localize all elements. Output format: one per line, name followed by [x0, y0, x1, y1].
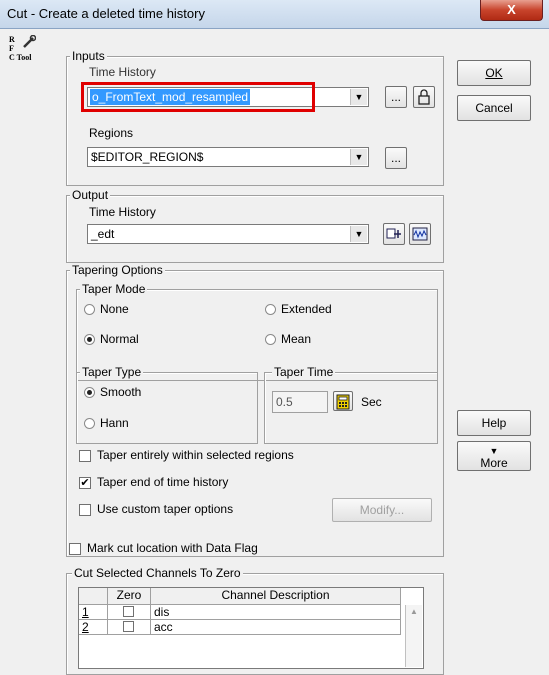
cancel-label: Cancel [475, 101, 513, 115]
wrench-icon [23, 35, 36, 48]
rfc-logo-text: C Tool [9, 53, 32, 62]
output-time-history-value: _edt [91, 227, 115, 241]
taper-mode-legend: Taper Mode [80, 282, 148, 296]
output-options-button[interactable] [383, 223, 405, 245]
mark-cut-label[interactable]: Mark cut location with Data Flag [87, 541, 258, 555]
modify-button[interactable]: Modify... [332, 498, 432, 522]
channel-description: dis [151, 605, 401, 620]
regions-value: $EDITOR_REGION$ [91, 150, 204, 164]
custom-taper-checkbox[interactable] [79, 504, 91, 516]
ok-label: OK [485, 66, 503, 80]
taper-within-regions-label[interactable]: Taper entirely within selected regions [97, 448, 294, 462]
waveform-icon [412, 227, 428, 241]
output-time-history-select[interactable]: _edt ▼ [87, 224, 369, 244]
browse-regions-button[interactable]: ... [385, 147, 407, 169]
mode-normal-radio[interactable] [84, 334, 95, 345]
output-view-button[interactable] [409, 223, 431, 245]
taper-type-legend: Taper Type [80, 365, 144, 379]
output-time-history-label: Time History [89, 205, 156, 219]
mode-none-label[interactable]: None [100, 302, 129, 316]
zero-checkbox[interactable] [123, 621, 134, 632]
taper-time-value: 0.5 [276, 395, 293, 409]
taper-time-calc-button[interactable] [333, 391, 353, 411]
table-corner [79, 588, 108, 605]
chevron-down-icon[interactable]: ▼ [350, 226, 367, 242]
new-channel-icon [386, 228, 401, 239]
help-label: Help [481, 416, 507, 430]
chevron-down-icon[interactable]: ▼ [350, 149, 367, 165]
chevron-down-icon[interactable]: ▼ [350, 89, 367, 105]
lock-button[interactable] [413, 86, 435, 108]
mode-normal-label[interactable]: Normal [100, 332, 139, 346]
taper-type-group [76, 372, 258, 444]
taper-end-checkbox[interactable]: ✔ [79, 477, 91, 489]
lock-icon [418, 89, 430, 105]
mode-mean-radio[interactable] [265, 334, 276, 345]
taper-time-unit: Sec [361, 395, 382, 409]
rfc-tool-logo: R F C Tool [9, 35, 39, 75]
type-smooth-radio[interactable] [84, 387, 95, 398]
type-hann-radio[interactable] [84, 418, 95, 429]
taper-end-label[interactable]: Taper end of time history [97, 475, 228, 489]
cancel-button[interactable]: Cancel [457, 95, 531, 121]
help-button[interactable]: Help [457, 410, 531, 436]
mode-extended-label[interactable]: Extended [281, 302, 332, 316]
column-header-description[interactable]: Channel Description [151, 588, 401, 605]
table-row [108, 620, 151, 635]
row-number[interactable]: 2 [79, 620, 108, 635]
scroll-up-icon[interactable]: ▲ [410, 607, 418, 616]
taper-within-regions-checkbox[interactable] [79, 450, 91, 462]
window-title: Cut - Create a deleted time history [7, 6, 205, 21]
mark-cut-checkbox[interactable] [69, 543, 81, 555]
channel-description: acc [151, 620, 401, 635]
type-hann-label[interactable]: Hann [100, 416, 129, 430]
taper-time-legend: Taper Time [272, 365, 336, 379]
zero-checkbox[interactable] [123, 606, 134, 617]
channels-table: Zero Channel Description 1 dis 2 acc ▲ [78, 587, 424, 669]
type-smooth-label[interactable]: Smooth [100, 385, 141, 399]
table-scrollbar[interactable]: ▲ [405, 605, 422, 667]
table-row [108, 605, 151, 620]
regions-label: Regions [89, 126, 134, 140]
cut-channels-legend: Cut Selected Channels To Zero [72, 566, 243, 580]
mode-none-radio[interactable] [84, 304, 95, 315]
row-number[interactable]: 1 [79, 605, 108, 620]
more-label: More [480, 456, 508, 470]
browse-time-history-button[interactable]: ... [385, 86, 407, 108]
regions-select[interactable]: $EDITOR_REGION$ ▼ [87, 147, 369, 167]
time-history-label: Time History [89, 65, 156, 79]
close-button[interactable]: X [480, 0, 543, 21]
title-bar: Cut - Create a deleted time history X [0, 0, 549, 29]
mode-mean-label[interactable]: Mean [281, 332, 311, 346]
output-legend: Output [70, 188, 111, 202]
mode-extended-radio[interactable] [265, 304, 276, 315]
ok-button[interactable]: OK [457, 60, 531, 86]
inputs-legend: Inputs [70, 49, 107, 63]
highlight-box [81, 82, 315, 112]
tapering-options-legend: Tapering Options [70, 263, 165, 277]
more-button[interactable]: ▼ More [457, 441, 531, 471]
custom-taper-label[interactable]: Use custom taper options [97, 502, 233, 516]
calculator-icon [336, 394, 350, 410]
dialog-client: R F C Tool Inputs Time History o_FromTex… [0, 29, 549, 675]
taper-time-input[interactable]: 0.5 [272, 391, 328, 413]
column-header-zero[interactable]: Zero [108, 588, 151, 605]
